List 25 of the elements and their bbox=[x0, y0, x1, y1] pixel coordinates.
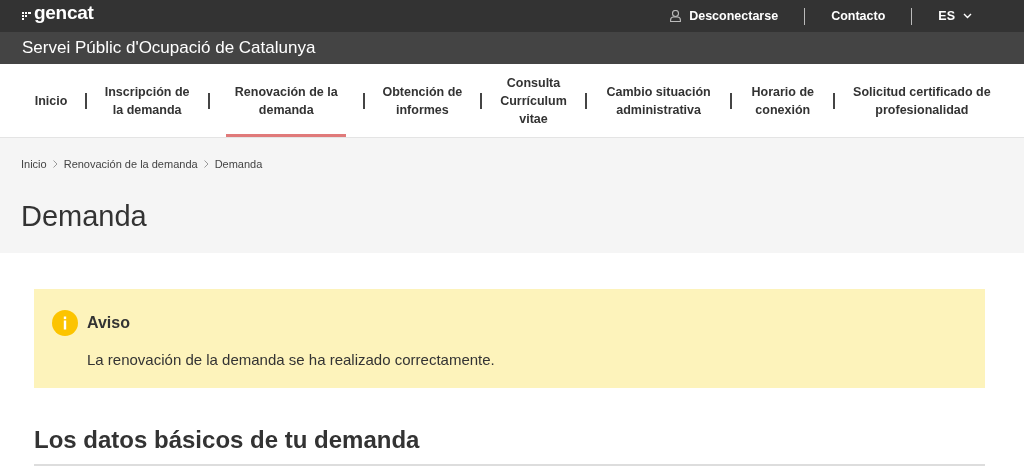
logout-link[interactable]: Desconectarse bbox=[670, 9, 779, 23]
chevron-right-icon bbox=[52, 160, 58, 168]
nav-tab[interactable]: Inicio bbox=[34, 64, 68, 137]
section-heading: Los datos básicos de tu demanda bbox=[34, 426, 985, 466]
nav-tab[interactable]: Obtención de informes bbox=[381, 64, 464, 137]
gencat-logo[interactable]: gencat bbox=[34, 2, 94, 24]
language-selector[interactable]: ES bbox=[938, 9, 972, 23]
chevron-right-icon bbox=[203, 160, 209, 168]
notice-message: La renovación de la demanda se ha realizado correctamente. bbox=[87, 350, 496, 368]
nav-tab[interactable]: Cambio situación administrativa bbox=[603, 64, 714, 137]
page-title: Demanda bbox=[21, 200, 148, 233]
nav-tab[interactable]: Consulta Currículum vitae bbox=[498, 64, 569, 137]
info-icon bbox=[52, 309, 78, 336]
chevron-down-icon bbox=[963, 13, 972, 19]
nav-tab[interactable]: Horario de conexión bbox=[748, 64, 817, 137]
dots-icon bbox=[22, 12, 31, 20]
nav-tab[interactable]: Solicitud certificado de profesionalidad bbox=[851, 64, 992, 137]
breadcrumb-link[interactable]: Renovación de la demanda bbox=[63, 158, 198, 170]
user-icon bbox=[670, 10, 682, 22]
breadcrumb-link[interactable]: Inicio bbox=[21, 158, 47, 170]
contact-link[interactable]: Contacto bbox=[831, 9, 886, 23]
notice-title: Aviso bbox=[87, 313, 131, 332]
breadcrumb-current: Demanda bbox=[214, 158, 263, 170]
site-title: Servei Públic d'Ocupació de Catalunya bbox=[22, 38, 316, 58]
nav-tab[interactable]: Inscripción de la demanda bbox=[103, 64, 192, 137]
